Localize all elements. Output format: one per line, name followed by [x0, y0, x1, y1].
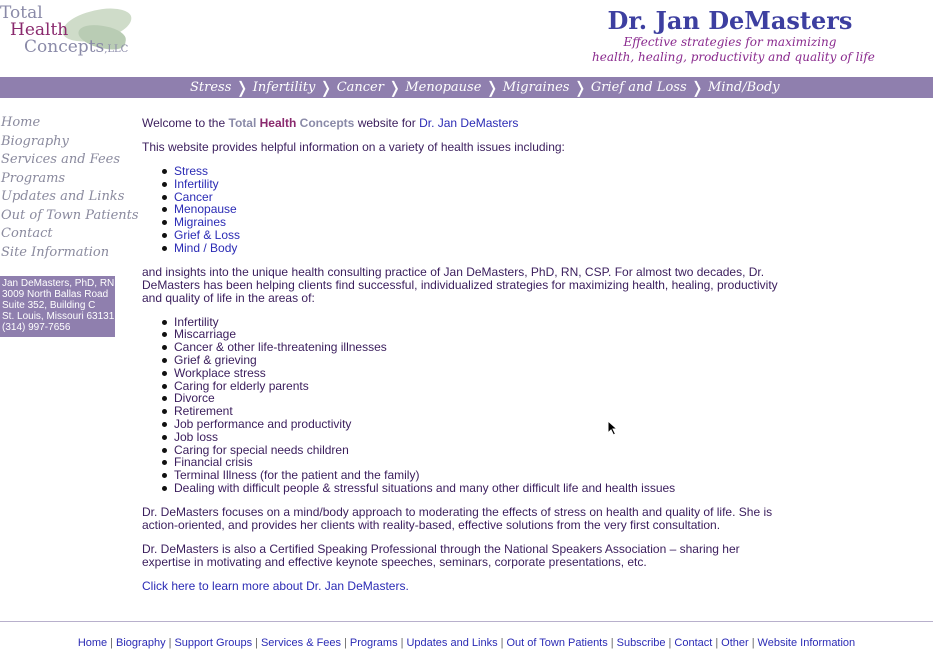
address-line: Jan DeMasters, PhD, RN — [2, 278, 115, 289]
learn-more-link[interactable]: Click here to learn more about Dr. Jan D… — [142, 579, 409, 593]
address-line: Suite 352, Building C — [2, 300, 96, 311]
nav-separator-icon: ❭ — [573, 78, 587, 97]
footer-link-subscribe[interactable]: Subscribe — [617, 637, 666, 649]
top-nav-menopause[interactable]: Menopause — [401, 80, 485, 95]
nav-separator-icon: ❭ — [485, 78, 499, 97]
brand-tagline-line2: health, healing, productivity and qualit… — [592, 50, 875, 64]
logo-line-concepts: Concepts,LLC — [24, 37, 129, 57]
sidebar-item-services-and-fees[interactable]: Services and Fees — [1, 151, 139, 170]
list-item: Workplace stress — [142, 366, 782, 380]
top-nav-migraines[interactable]: Migraines — [499, 80, 574, 95]
welcome-prefix: Welcome to the — [142, 116, 226, 130]
brand-word-concepts: Concepts — [299, 116, 355, 130]
sidebar-nav: Home Biography Services and Fees Programs Up… — [1, 114, 139, 262]
list-item: Stress — [142, 165, 782, 178]
insights-text: and insights into the unique health cons… — [142, 264, 778, 305]
brand-word-health: Health — [259, 116, 297, 130]
mouse-cursor-icon — [607, 420, 619, 436]
nav-separator-icon: ❭ — [235, 78, 249, 97]
issues-list: Stress Infertility Cancer Menopause Migraine… — [142, 165, 782, 255]
footer-link-contact[interactable]: Contact — [674, 637, 712, 649]
list-item: Infertility — [142, 177, 782, 191]
list-item: Caring for elderly parents — [142, 379, 782, 393]
nav-separator-icon: ❭ — [387, 78, 402, 97]
intro-text: This website provides helpful informatio… — [142, 140, 565, 154]
list-item: Cancer — [142, 190, 782, 204]
top-nav-grief-and-loss[interactable]: Grief and Loss — [587, 80, 691, 95]
sidebar-item-site-information[interactable]: Site Information — [1, 244, 139, 263]
footer-link-support-groups[interactable]: Support Groups — [174, 637, 252, 649]
list-item: Mind / Body — [142, 241, 782, 255]
footer-separator: | — [610, 637, 614, 649]
sidebar-item-contact[interactable]: Contact — [1, 225, 139, 244]
list-item: Infertility — [142, 315, 782, 329]
speaker-paragraph: Dr. DeMasters is also a Certified Speaki… — [142, 541, 740, 569]
list-item: Job loss — [142, 430, 782, 444]
address-line: St. Louis, Missouri 63131 — [2, 311, 115, 322]
welcome-doctor-link[interactable]: Dr. Jan DeMasters — [419, 116, 518, 130]
footer-link-updates-and-links[interactable]: Updates and Links — [406, 637, 497, 649]
footer-link-services-fees[interactable]: Services & Fees — [261, 637, 341, 649]
list-item: Grief & grieving — [142, 354, 782, 367]
footer-separator: | — [715, 637, 719, 649]
brand-word-total: Total — [228, 116, 257, 130]
list-item: Divorce — [142, 392, 782, 405]
welcome-mid: website for — [357, 116, 416, 130]
main-content: Welcome to the Total Health Concepts web… — [142, 117, 782, 593]
list-item: Grief & Loss — [142, 229, 782, 242]
top-nav-bar: Stress ❭ Infertility ❭ Cancer ❭ Menopause ❭ Migr… — [0, 77, 933, 98]
footer-link-other[interactable]: Other — [721, 637, 749, 649]
sidebar-item-programs[interactable]: Programs — [1, 170, 139, 189]
site-logo[interactable]: Total Health Concepts,LLC — [0, 4, 140, 64]
top-nav-mind-body[interactable]: Mind/Body — [704, 80, 784, 95]
brand-title: Dr. Jan DeMasters — [607, 6, 853, 35]
footer-separator: | — [751, 637, 755, 649]
footer-separator: | — [255, 637, 258, 649]
top-nav-stress[interactable]: Stress — [186, 80, 235, 95]
issue-link-mind-body[interactable]: Mind / Body — [174, 241, 237, 255]
footer-nav: Home | Biography | Support Groups | Services &… — [0, 637, 933, 649]
footer-link-out-of-town-patients[interactable]: Out of Town Patients — [506, 637, 607, 649]
top-nav-cancer[interactable]: Cancer — [333, 80, 388, 95]
list-item: Menopause — [142, 203, 782, 216]
address-line: (314) 997-7656 — [2, 322, 71, 333]
footer-separator: | — [110, 637, 114, 649]
footer-link-home[interactable]: Home — [78, 637, 107, 649]
sidebar-item-updates-and-links[interactable]: Updates and Links — [1, 188, 139, 207]
footer-link-website-information[interactable]: Website Information — [758, 637, 856, 649]
brand-tagline-line1: Effective strategies for maximizing — [623, 35, 837, 49]
address-box: Jan DeMasters, PhD, RN 3009 North Ballas … — [0, 276, 115, 337]
footer-link-programs[interactable]: Programs — [350, 637, 398, 649]
address-line: 3009 North Ballas Road — [2, 289, 109, 300]
sidebar-item-biography[interactable]: Biography — [1, 133, 139, 152]
sidebar-item-out-of-town-patients[interactable]: Out of Town Patients — [1, 207, 139, 226]
nav-separator-icon: ❭ — [690, 78, 705, 97]
footer-divider — [0, 621, 933, 622]
top-nav-infertility[interactable]: Infertility — [249, 80, 320, 95]
list-item: Dealing with difficult people & stressfu… — [142, 482, 782, 495]
areas-list: Infertility Miscarriage Cancer & other lif… — [142, 315, 782, 495]
nav-separator-icon: ❭ — [319, 78, 333, 97]
footer-separator: | — [344, 637, 347, 649]
sidebar-item-home[interactable]: Home — [1, 114, 139, 133]
focus-paragraph: Dr. DeMasters focuses on a mind/body app… — [142, 504, 773, 532]
welcome-line: Welcome to the Total Health Concepts web… — [142, 117, 782, 130]
footer-link-biography[interactable]: Biography — [116, 637, 166, 649]
list-item: Job performance and productivity — [142, 418, 782, 431]
